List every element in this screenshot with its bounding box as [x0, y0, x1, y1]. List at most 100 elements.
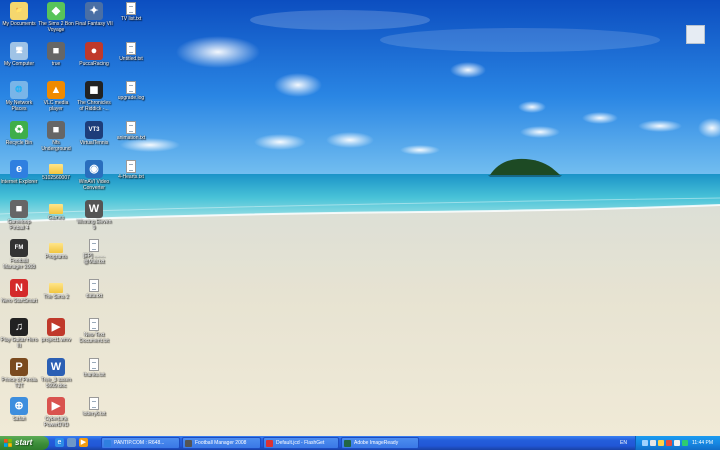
desktop-icon-games[interactable]: Games [37, 200, 75, 238]
media-player-icon[interactable]: ▶ [79, 438, 88, 447]
desktop-icon-gameloop[interactable]: ■ Gameloop Pinball 4 [0, 199, 38, 238]
desktop-icon-my-computer[interactable]: 🖥 My Computer [0, 41, 38, 80]
my-documents-icon: 📁 [10, 2, 28, 20]
desktop-icon-label: upgrade.log [117, 95, 145, 101]
desktop-icon-nfs[interactable]: ■ Nfs Underground [37, 120, 75, 159]
app-icon: ■ [47, 120, 65, 139]
desktop-icon-label: New Text Document.txt [79, 332, 109, 344]
start-button[interactable]: start [0, 436, 49, 450]
desktop-icon-my-documents[interactable]: 📁 My Documents [0, 2, 38, 40]
desktop-icon-tv-list[interactable]: TV list.txt [112, 2, 150, 40]
desktop-icon-true[interactable]: ■ true [37, 41, 75, 80]
imageready-icon [344, 440, 351, 447]
desktop-icon-untitled[interactable]: Untitled.txt [112, 41, 150, 80]
desktop-icon-vt3[interactable]: VT3 VirtualTennis [75, 120, 113, 159]
desktop-icon-football-manager[interactable]: FM Football Manager 2008 [0, 239, 38, 277]
desktop-icon-label: Football Manager 2008 [2, 258, 36, 270]
quick-launch-ie-icon[interactable]: e [55, 438, 64, 447]
desktop-icon-text-file-5[interactable]: 4-Hearts.txt [112, 160, 150, 198]
vlc-icon: ▲ [47, 81, 65, 99]
tray-chevron-icon[interactable] [642, 440, 648, 446]
show-desktop-icon[interactable] [67, 438, 76, 447]
text-file-icon [89, 397, 99, 410]
desktop-icon-label: The Chronicles of Riddick -... [77, 100, 111, 112]
desktop-icon-label: PuccaRacing [79, 60, 109, 67]
language-indicator[interactable]: EN [620, 436, 627, 450]
clock[interactable]: 11:44 PM [692, 436, 713, 450]
desktop-icon-video-converter[interactable]: ◉ WinAVI Video Converter [75, 160, 113, 198]
text-file-icon [126, 160, 136, 173]
recycle-bin-icon: ♻ [10, 120, 28, 139]
system-tray: 11:44 PM [635, 436, 720, 450]
desktop-icon-doc-file[interactable]: W Tree_3 assen 5609.doc [37, 357, 75, 396]
pucca-icon: ● [85, 41, 103, 60]
desktop-icon-label: Final Fantasy VII [75, 21, 113, 27]
desktop-icon-recycle-bin[interactable]: ♻ Recycle Bin [0, 120, 38, 159]
taskbar: start e ▶ PANTIP.COM : R648... Football … [0, 436, 720, 450]
task-button-flashget[interactable]: Default.jcd - FlashGet [263, 437, 339, 449]
text-file-icon [89, 278, 99, 292]
desktop-icon-label: Nero StartSmart [0, 297, 38, 304]
desktop-icon-network-places[interactable]: 🌐 My Network Places [0, 81, 38, 119]
desktop-icon-label: The Sims 2 Bon Voyage [38, 21, 74, 33]
guitar-icon: ♫ [10, 318, 28, 336]
desktop-icon-programs[interactable]: Programs [37, 239, 75, 277]
desktop-icon-project1-wmv[interactable]: ▶ project1.wmv [37, 318, 75, 356]
desktop-icon-label: VLC media player [43, 100, 69, 112]
network-icon[interactable] [650, 440, 656, 446]
fm-icon: FM [10, 239, 28, 257]
task-label: Football Manager 2008 [195, 440, 247, 446]
security-icon[interactable] [666, 440, 672, 446]
windows-flag-icon [4, 439, 12, 447]
nero-icon: N [10, 278, 28, 297]
desktop-icon-ep-file[interactable]: [EP] ........ @Mail.txt [75, 239, 113, 277]
desktop-icon-nero[interactable]: N Nero StartSmart [0, 278, 38, 317]
desktop-icon-new-text[interactable]: New Text Document.txt [75, 318, 113, 356]
word-doc-icon: W [47, 357, 65, 376]
desktop-icon-label: Internet Explorer [0, 179, 38, 185]
desktop-icon-pucca-racing[interactable]: ● PuccaRacing [75, 41, 113, 80]
text-file-icon [89, 239, 99, 252]
desktop-icon-label: lottery6.txt [82, 411, 106, 417]
desktop-icon-label: WinAVI Video Converter [78, 179, 110, 191]
text-file-icon [89, 357, 99, 371]
task-button-pantip[interactable]: PANTIP.COM : R648... [101, 437, 180, 449]
desktop-icon-label: My Network Places [5, 100, 33, 112]
desktop-icon-folder-5102[interactable]: 5102560007 [37, 160, 75, 198]
desktop-icon-lottery[interactable]: lottery6.txt [75, 397, 113, 435]
desktop-icon-label: Gameloop Pinball 4 [7, 218, 31, 231]
fm-icon [185, 440, 192, 447]
folder-icon [49, 164, 63, 174]
volume-icon[interactable] [658, 440, 664, 446]
desktop-icon-thanks-txt[interactable]: thanks.txt [75, 357, 113, 396]
desktop-icon-winning-eleven[interactable]: W Winning Eleven 9 [75, 199, 113, 238]
desktop-icon-sims2-bon-voyage[interactable]: ◆ The Sims 2 Bon Voyage [37, 2, 75, 40]
desktop-icon-label: Recycle Bin [5, 139, 33, 146]
powerdvd-icon: ▶ [47, 397, 65, 415]
text-file-icon [126, 120, 136, 134]
task-button-imageready[interactable]: Adobe ImageReady [341, 437, 419, 449]
desktop-icon-chronicles-riddick[interactable]: ◼ The Chronicles of Riddick -... [75, 81, 113, 119]
desktop-icon-prince-persia[interactable]: P Prince of Persia T2T [0, 357, 38, 396]
desktop-icon-cyberlink[interactable]: ▶ CyberLink PowerDVD [37, 397, 75, 435]
desktop-icon-guitar-hero[interactable]: ♫ Play Guitar Hero III [0, 318, 38, 356]
desktop-widget[interactable] [686, 25, 705, 44]
desktop-icon-safari[interactable]: ⊕ Safari [0, 397, 38, 435]
desktop-icon-label: Tree_3 assen 5609.doc [40, 376, 72, 389]
text-file-icon [126, 2, 136, 15]
desktop-icon-upgrade-log[interactable]: upgrade.log [112, 81, 150, 119]
desktop-icon-text-file-4[interactable]: animation.txt [112, 120, 150, 159]
antivirus-icon[interactable] [674, 440, 680, 446]
desktop-icon-data-txt[interactable]: data.txt [75, 278, 113, 317]
desktop-icon-label: true [51, 60, 61, 67]
desktop-icon-ff7[interactable]: ✦ Final Fantasy VII [75, 2, 113, 40]
desktop-icon-internet-explorer[interactable]: e Internet Explorer [0, 160, 38, 198]
desktop-icon-vlc[interactable]: ▲ VLC media player [37, 81, 75, 119]
desktop-icon-sims2[interactable]: The Sims 2 [37, 279, 75, 317]
flashget-icon [266, 440, 273, 447]
folder-icon [49, 203, 63, 214]
desktop-icon-label: My Documents [2, 21, 36, 27]
messenger-icon[interactable] [682, 440, 688, 446]
task-button-football-manager[interactable]: Football Manager 2008 [182, 437, 261, 449]
desktop-icon-label: project1.wmv [41, 337, 71, 343]
